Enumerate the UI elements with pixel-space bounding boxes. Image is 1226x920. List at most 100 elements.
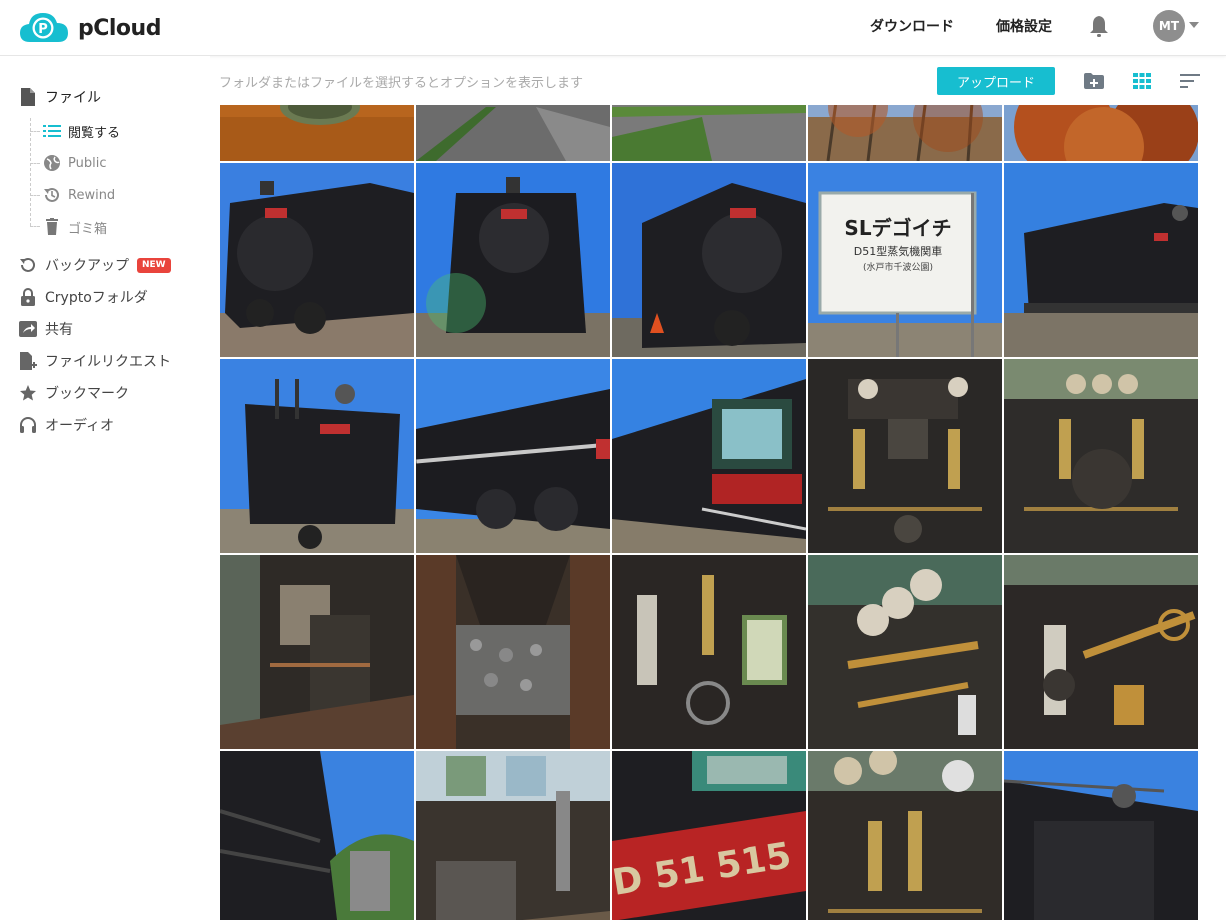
photo-image xyxy=(1004,555,1198,749)
photo-thumbnail[interactable] xyxy=(612,163,806,357)
sidebar: ファイル 閲覧する Public Rewind ゴミ箱 バックアップ NEW C… xyxy=(0,56,210,920)
sidebar-item-shared[interactable]: 共有 xyxy=(18,317,73,341)
photo-image xyxy=(808,105,1002,161)
photo-image xyxy=(220,359,414,553)
grid-view-icon[interactable] xyxy=(1131,70,1153,92)
photo-image xyxy=(220,105,414,161)
sidebar-item-backup[interactable]: バックアップ NEW xyxy=(18,253,171,277)
sidebar-item-label: 閲覧する xyxy=(68,125,121,141)
photo-grid: SLデゴイチ D51型蒸気機関車 (水戸市千波公園) D 51 515 xyxy=(220,105,1198,920)
photo-image xyxy=(1004,163,1198,357)
sort-icon[interactable] xyxy=(1179,70,1201,92)
photo-thumbnail[interactable] xyxy=(416,163,610,357)
sidebar-item-rewind[interactable]: Rewind xyxy=(42,184,115,206)
upload-button[interactable]: アップロード xyxy=(937,67,1055,95)
file-request-icon xyxy=(18,351,38,371)
photo-image: D 51 515 xyxy=(612,751,806,920)
sidebar-item-label: ブックマーク xyxy=(45,386,129,402)
photo-thumbnail[interactable] xyxy=(612,359,806,553)
photo-thumbnail[interactable] xyxy=(1004,163,1198,357)
selection-hint: フォルダまたはファイルを選択するとオプションを表示します xyxy=(219,76,584,91)
tree-tick xyxy=(30,195,40,196)
sidebar-item-label: バックアップ xyxy=(45,258,129,274)
photo-thumbnail[interactable] xyxy=(1004,555,1198,749)
photo-thumbnail[interactable] xyxy=(808,555,1002,749)
photo-thumbnail[interactable] xyxy=(808,359,1002,553)
sidebar-item-label: ファイル xyxy=(45,90,101,106)
pcloud-logo-icon: P xyxy=(20,13,68,42)
photo-thumbnail[interactable] xyxy=(612,555,806,749)
star-icon xyxy=(18,383,38,403)
lock-icon xyxy=(18,287,38,307)
svg-text:(水戸市千波公園): (水戸市千波公園) xyxy=(863,261,933,273)
photo-image xyxy=(1004,359,1198,553)
sidebar-item-label: Rewind xyxy=(68,187,116,203)
share-icon xyxy=(18,319,38,339)
photo-image xyxy=(416,359,610,553)
list-icon xyxy=(42,122,62,140)
photo-thumbnail[interactable] xyxy=(220,751,414,920)
photo-image xyxy=(416,751,610,920)
photo-image xyxy=(612,555,806,749)
photo-image xyxy=(416,105,610,161)
download-link[interactable]: ダウンロード xyxy=(870,16,954,36)
tree-tick xyxy=(30,226,40,227)
user-avatar[interactable]: MT xyxy=(1153,10,1185,42)
photo-image xyxy=(1004,105,1198,161)
photo-image xyxy=(1004,751,1198,920)
photo-thumbnail[interactable] xyxy=(612,105,806,161)
photo-image xyxy=(808,751,1002,920)
sidebar-item-file-request[interactable]: ファイルリクエスト xyxy=(18,349,171,373)
sidebar-item-label: オーディオ xyxy=(45,418,115,434)
photo-thumbnail[interactable] xyxy=(808,105,1002,161)
photo-thumbnail[interactable] xyxy=(220,105,414,161)
sidebar-item-bookmarks[interactable]: ブックマーク xyxy=(18,381,129,405)
pricing-link[interactable]: 価格設定 xyxy=(996,16,1052,36)
photo-thumbnail[interactable] xyxy=(1004,359,1198,553)
tree-line xyxy=(30,118,31,226)
notification-bell-icon[interactable] xyxy=(1088,14,1110,38)
photo-thumbnail[interactable] xyxy=(220,359,414,553)
new-badge: NEW xyxy=(137,257,171,273)
sidebar-item-public[interactable]: Public xyxy=(42,152,106,174)
photo-image xyxy=(220,163,414,357)
chevron-down-icon[interactable] xyxy=(1189,22,1199,28)
photo-image xyxy=(416,555,610,749)
pcloud-logo[interactable]: P pCloud xyxy=(18,9,161,47)
photo-thumbnail[interactable]: SLデゴイチ D51型蒸気機関車 (水戸市千波公園) xyxy=(808,163,1002,357)
backup-icon xyxy=(18,255,38,275)
photo-image xyxy=(416,163,610,357)
photo-thumbnail[interactable] xyxy=(416,751,610,920)
photo-thumbnail[interactable] xyxy=(1004,751,1198,920)
sidebar-item-label: Cryptoフォルダ xyxy=(45,290,148,306)
photo-thumbnail[interactable] xyxy=(220,555,414,749)
photo-thumbnail[interactable] xyxy=(416,359,610,553)
svg-text:D51型蒸気機関車: D51型蒸気機関車 xyxy=(854,244,942,258)
photo-thumbnail[interactable] xyxy=(220,163,414,357)
sidebar-item-browse[interactable]: 閲覧する xyxy=(42,120,120,142)
photo-thumbnail[interactable]: D 51 515 xyxy=(612,751,806,920)
photo-thumbnail[interactable] xyxy=(416,555,610,749)
photo-image xyxy=(612,163,806,357)
sidebar-item-label: Public xyxy=(68,155,107,171)
sidebar-item-label: ファイルリクエスト xyxy=(45,354,171,370)
sidebar-item-label: 共有 xyxy=(45,322,73,338)
photo-thumbnail[interactable] xyxy=(416,105,610,161)
photo-image xyxy=(808,555,1002,749)
svg-text:P: P xyxy=(38,22,48,37)
rewind-icon xyxy=(42,186,62,204)
photo-thumbnail[interactable] xyxy=(1004,105,1198,161)
photo-image: SLデゴイチ D51型蒸気機関車 (水戸市千波公園) xyxy=(808,163,1002,357)
photo-image xyxy=(220,555,414,749)
sidebar-item-files[interactable]: ファイル xyxy=(18,85,101,109)
sidebar-item-crypto[interactable]: Cryptoフォルダ xyxy=(18,285,148,309)
sidebar-item-trash[interactable]: ゴミ箱 xyxy=(42,216,107,238)
photo-image xyxy=(220,751,414,920)
photo-thumbnail[interactable] xyxy=(808,751,1002,920)
logo-text: pCloud xyxy=(78,15,161,41)
sidebar-item-audio[interactable]: オーディオ xyxy=(18,413,114,437)
photo-image xyxy=(612,359,806,553)
new-folder-icon[interactable] xyxy=(1083,70,1105,92)
globe-icon xyxy=(42,154,62,172)
trash-icon xyxy=(42,218,62,236)
